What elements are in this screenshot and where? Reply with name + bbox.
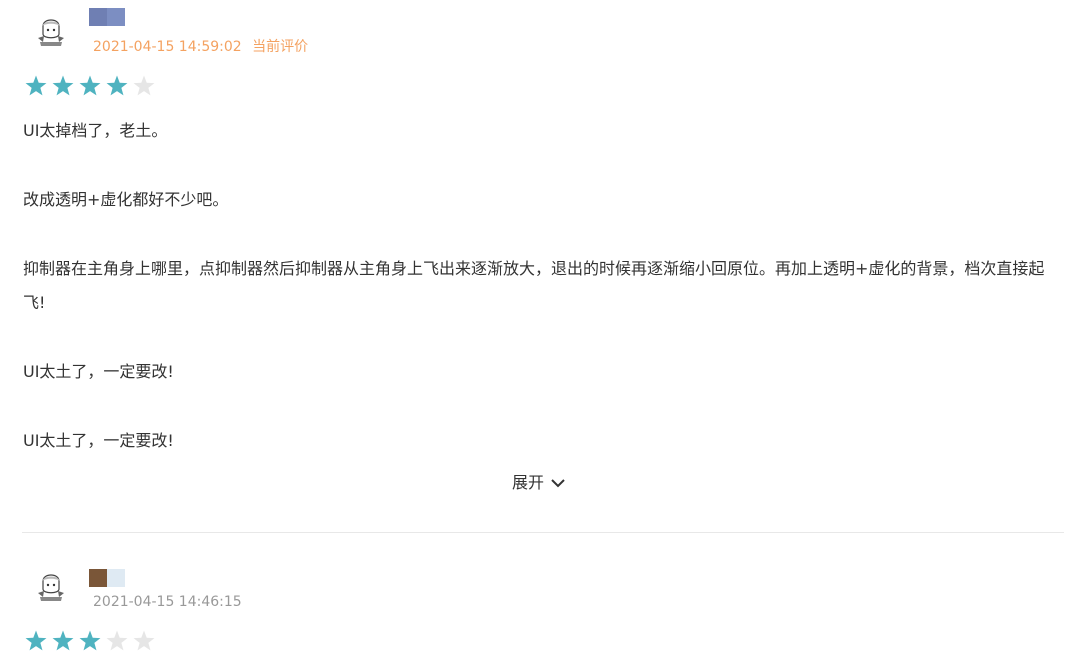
star-filled-icon bbox=[79, 630, 101, 651]
user-avatar[interactable] bbox=[32, 567, 70, 605]
review-time: 2021-04-15 14:46:15 bbox=[93, 594, 242, 610]
expand-button[interactable]: 展开 bbox=[512, 470, 566, 496]
expand-label: 展开 bbox=[512, 473, 545, 492]
star-filled-icon bbox=[25, 630, 47, 651]
star-filled-icon bbox=[25, 75, 47, 96]
star-empty-icon bbox=[133, 75, 155, 96]
review-time: 2021-04-15 14:59:02 bbox=[93, 39, 242, 55]
review-paragraph: UI太土了，一定要改! bbox=[23, 431, 174, 450]
review-meta: 2021-04-15 14:46:15 bbox=[93, 593, 242, 611]
review-paragraph: 改成透明+虚化都好不少吧。 bbox=[23, 190, 229, 209]
review-divider bbox=[22, 532, 1064, 533]
star-filled-icon bbox=[106, 75, 128, 96]
rating-stars bbox=[24, 629, 156, 653]
rating-stars bbox=[24, 74, 156, 98]
star-filled-icon bbox=[52, 630, 74, 651]
star-filled-icon bbox=[79, 75, 101, 96]
star-filled-icon bbox=[52, 75, 74, 96]
review-paragraph: UI太掉档了，老土。 bbox=[23, 121, 168, 140]
chevron-down-icon bbox=[551, 479, 565, 488]
avatar-icon bbox=[32, 567, 70, 605]
star-empty-icon bbox=[106, 630, 128, 651]
user-name[interactable] bbox=[89, 569, 125, 587]
review-content: UI太掉档了，老土。 改成透明+虚化都好不少吧。 抑制器在主角身上哪里，点抑制器… bbox=[23, 114, 1063, 458]
review-meta: 2021-04-15 14:59:02 当前评价 bbox=[93, 38, 308, 56]
review-paragraph: UI太土了，一定要改! bbox=[23, 362, 174, 381]
current-review-label: 当前评价 bbox=[252, 39, 309, 55]
review-paragraph: 抑制器在主角身上哪里，点抑制器然后抑制器从主角身上飞出来逐渐放大，退出的时候再逐… bbox=[23, 259, 1045, 312]
user-avatar[interactable] bbox=[32, 12, 70, 50]
user-name[interactable] bbox=[89, 8, 125, 26]
star-empty-icon bbox=[133, 630, 155, 651]
avatar-icon bbox=[32, 12, 70, 50]
